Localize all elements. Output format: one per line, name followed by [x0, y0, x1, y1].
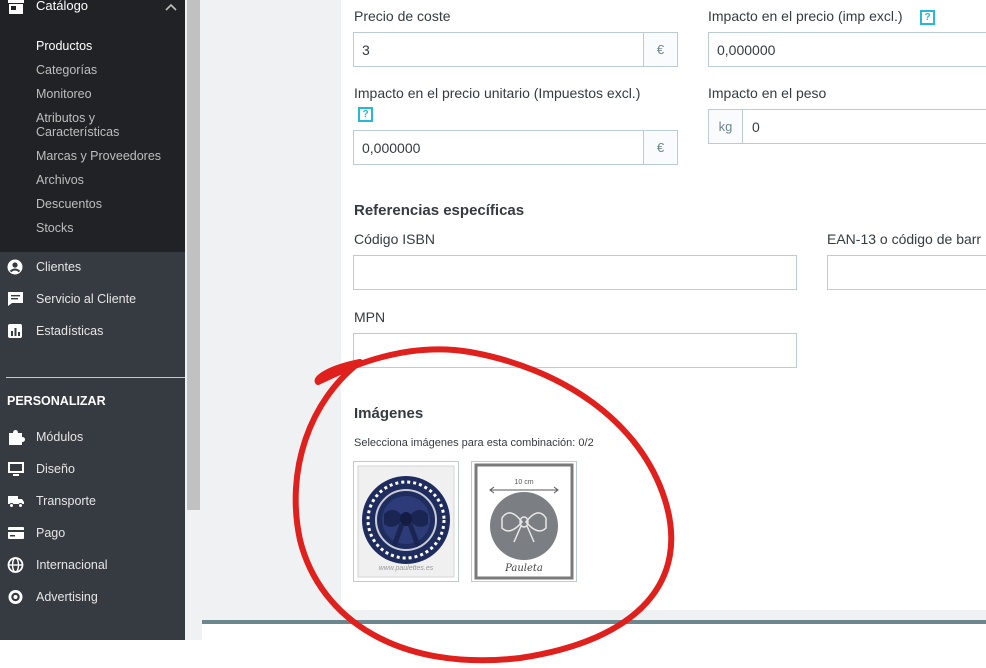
cost-price-label: Precio de coste: [354, 8, 451, 24]
stats-icon: [7, 323, 25, 339]
price-impact-input[interactable]: 0,000000: [708, 32, 986, 67]
sidebar-item-diseno[interactable]: Diseño: [0, 459, 185, 481]
sidebar-item-label: Pago: [36, 526, 66, 540]
sidebar-subitem-archivos[interactable]: Archivos: [36, 173, 84, 187]
sidebar-item-label: Transporte: [36, 494, 96, 508]
sidebar-item-catalog[interactable]: Catálogo: [0, 0, 185, 18]
sidebar-item-label: Estadísticas: [36, 324, 104, 338]
cost-price-input[interactable]: 3 €: [353, 32, 678, 67]
dimension-text: 10 cm: [514, 479, 533, 486]
images-caption: Selecciona imágenes para esta combinació…: [354, 437, 594, 449]
advertising-icon: [7, 589, 25, 605]
sidebar-item-transporte[interactable]: Transporte: [0, 491, 185, 513]
help-icon[interactable]: ?: [920, 10, 935, 25]
truck-icon: [7, 493, 25, 509]
sidebar-item-label: Catálogo: [36, 0, 89, 13]
sidebar-item-pago[interactable]: Pago: [0, 523, 185, 545]
sidebar-divider: [6, 377, 185, 378]
user-icon: [7, 259, 25, 275]
combination-image-2[interactable]: 10 cm Pauleta: [471, 461, 577, 582]
images-heading: Imágenes: [354, 405, 424, 422]
sidebar-item-clientes[interactable]: Clientes: [0, 257, 185, 279]
mpn-input[interactable]: [353, 333, 797, 368]
sidebar-item-servicio[interactable]: Servicio al Cliente: [0, 289, 185, 311]
sidebar-item-internacional[interactable]: Internacional: [0, 555, 185, 577]
ean-label: EAN-13 o código de barr: [827, 231, 982, 247]
brand-text: Pauleta: [504, 563, 543, 574]
weight-impact-value: 0: [752, 119, 760, 135]
sidebar-item-estadisticas[interactable]: Estadísticas: [0, 321, 185, 343]
panel-footer-line: [202, 620, 986, 624]
kg-addon: kg: [709, 110, 743, 143]
sidebar-subitem-marcas[interactable]: Marcas y Proveedores: [36, 149, 161, 163]
chevron-up-icon[interactable]: [164, 0, 178, 14]
sidebar-subitem-descuentos[interactable]: Descuentos: [36, 197, 102, 211]
catalog-group: Catálogo Productos Categorías Monitoreo …: [0, 0, 185, 252]
monitor-icon: [7, 461, 25, 477]
sidebar-section-title: PERSONALIZAR: [7, 394, 106, 408]
sidebar-subitem-atributos[interactable]: Atributos y Características: [36, 111, 156, 139]
store-icon: [8, 0, 24, 14]
scrollbar-thumb[interactable]: [187, 0, 200, 510]
chat-icon: [7, 291, 25, 307]
price-impact-label: Impacto en el precio (imp excl.): [708, 8, 903, 24]
combination-image-1[interactable]: www.paulettes.es: [353, 461, 459, 582]
euro-addon: €: [643, 33, 677, 66]
sidebar-item-label: Diseño: [36, 462, 75, 476]
ean-input[interactable]: [827, 255, 986, 290]
combination-form: Precio de coste 3 € Impacto en el precio…: [341, 0, 986, 610]
isbn-label: Código ISBN: [354, 231, 435, 247]
help-icon[interactable]: ?: [358, 107, 373, 122]
app-window: Catálogo Productos Categorías Monitoreo …: [0, 0, 986, 668]
product-diagram-bow: 10 cm Pauleta: [474, 463, 574, 580]
sidebar-item-label: Advertising: [36, 590, 98, 604]
weight-impact-input[interactable]: kg 0: [708, 109, 986, 144]
sidebar-subitem-stocks[interactable]: Stocks: [36, 221, 74, 235]
sidebar-item-modulos[interactable]: Módulos: [0, 427, 185, 449]
watermark-text: www.paulettes.es: [379, 565, 434, 572]
globe-icon: [7, 557, 25, 573]
unit-price-impact-input[interactable]: 0,000000 €: [353, 130, 678, 165]
sidebar: Catálogo Productos Categorías Monitoreo …: [0, 0, 185, 640]
sidebar-item-label: Servicio al Cliente: [36, 292, 137, 306]
puzzle-icon: [7, 429, 25, 445]
cost-price-value: 3: [362, 42, 370, 58]
product-photo-headband: www.paulettes.es: [357, 465, 455, 578]
price-impact-value: 0,000000: [717, 42, 776, 58]
unit-price-impact-label: Impacto en el precio unitario (Impuestos…: [354, 85, 641, 101]
euro-addon: €: [643, 131, 677, 164]
sidebar-item-label: Internacional: [36, 558, 108, 572]
isbn-input[interactable]: [353, 255, 797, 290]
sidebar-item-label: Módulos: [36, 430, 84, 444]
card-icon: [7, 525, 25, 541]
sidebar-subitem-productos[interactable]: Productos: [36, 39, 92, 53]
sidebar-subitem-categorias[interactable]: Categorías: [36, 63, 97, 77]
sidebar-subitem-monitoreo[interactable]: Monitoreo: [36, 87, 92, 101]
weight-impact-label: Impacto en el peso: [708, 85, 827, 101]
specific-refs-heading: Referencias específicas: [354, 202, 525, 219]
sidebar-item-label: Clientes: [36, 260, 82, 274]
sidebar-item-advertising[interactable]: Advertising: [0, 587, 185, 609]
unit-price-impact-value: 0,000000: [362, 140, 421, 156]
mpn-label: MPN: [354, 309, 386, 325]
sidebar-scrollbar[interactable]: [185, 0, 202, 640]
